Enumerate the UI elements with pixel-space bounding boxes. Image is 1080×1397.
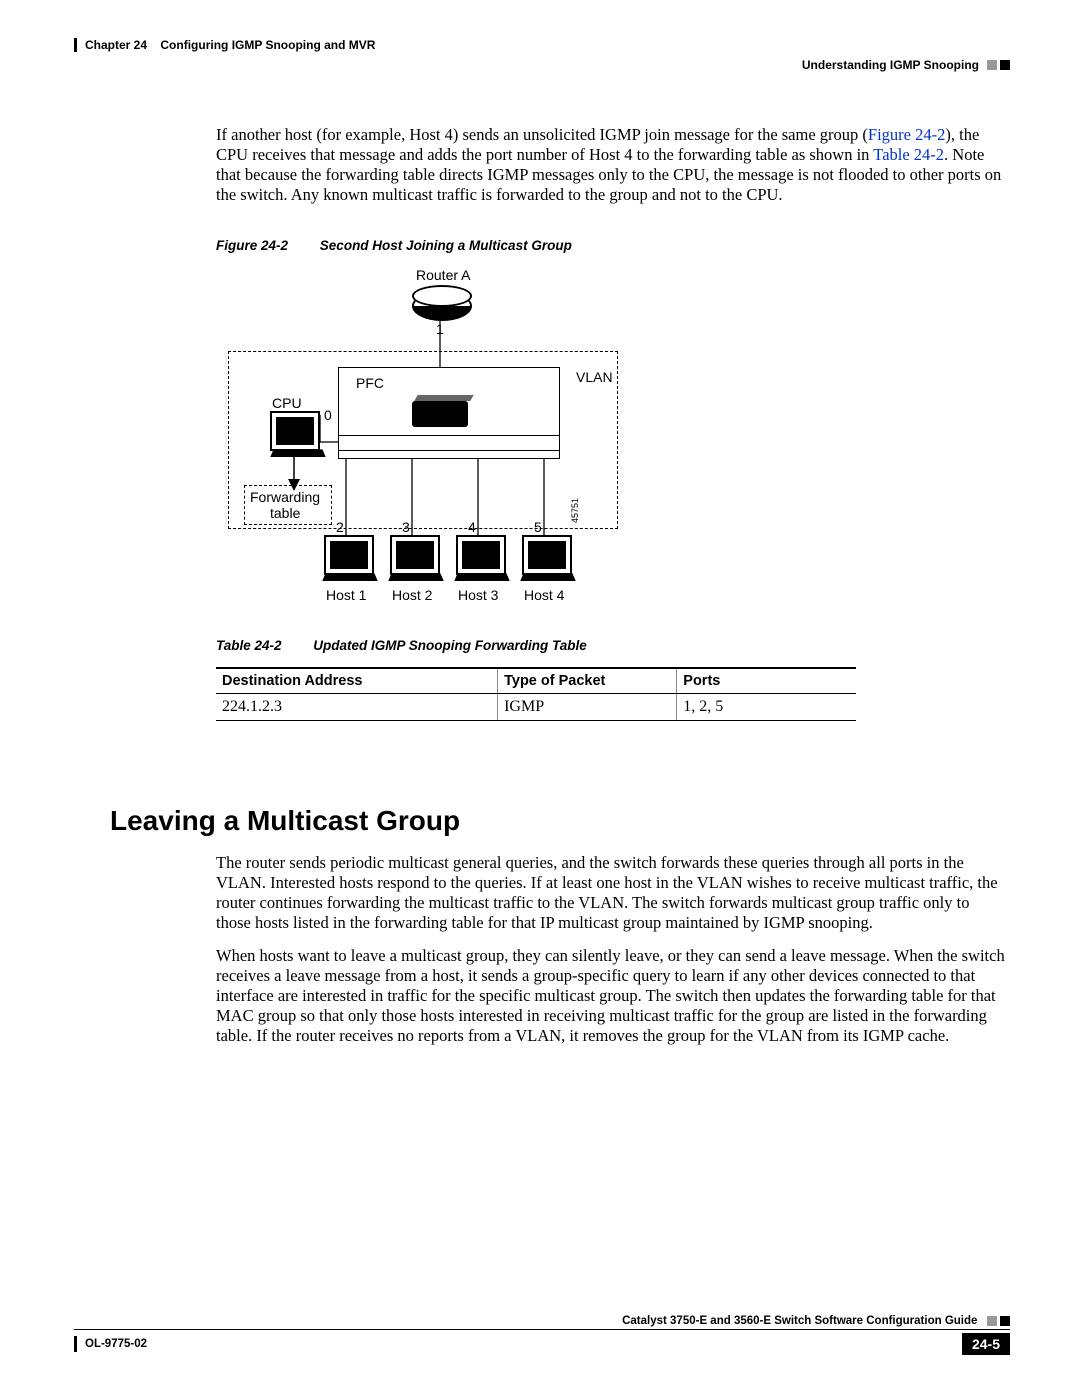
body-column: If another host (for example, Host 4) se… [216, 125, 1006, 721]
intro-paragraph: If another host (for example, Host 4) se… [216, 125, 1006, 206]
port-1-label: 1 [436, 321, 444, 337]
section-heading: Leaving a Multicast Group [110, 805, 460, 837]
footer-rule-icon [74, 1336, 77, 1352]
footer-docid: OL-9775-02 [85, 1338, 147, 1350]
header-right: Understanding IGMP Snooping [802, 58, 1010, 72]
host-4-icon [522, 535, 572, 575]
cell-dest: 224.1.2.3 [216, 693, 498, 720]
section-body: The router sends periodic multicast gene… [216, 853, 1006, 1058]
vlan-label: VLAN [576, 369, 613, 385]
port-2-label: 2 [336, 519, 344, 535]
fwd-label-2: table [270, 505, 300, 521]
port-3-label: 3 [402, 519, 410, 535]
section-name: Understanding IGMP Snooping [802, 58, 979, 72]
footer-guide: Catalyst 3750-E and 3560-E Switch Softwa… [622, 1315, 977, 1327]
host-1-keyboard-icon [322, 573, 377, 581]
chapter-number: Chapter 24 [85, 38, 147, 52]
footer-rule [74, 1329, 1010, 1330]
paragraph: When hosts want to leave a multicast gro… [216, 946, 1006, 1047]
chapter-label: Chapter 24 Configuring IGMP Snooping and… [85, 38, 375, 52]
chapter-title: Configuring IGMP Snooping and MVR [160, 38, 375, 52]
table-link[interactable]: Table 24-2 [873, 145, 944, 164]
paragraph: The router sends periodic multicast gene… [216, 853, 1006, 934]
header-left: Chapter 24 Configuring IGMP Snooping and… [74, 38, 375, 52]
cpu-label: CPU [272, 395, 302, 411]
port-5-label: 5 [534, 519, 542, 535]
cell-ports: 1, 2, 5 [677, 693, 856, 720]
host-1-icon [324, 535, 374, 575]
header-rule-icon [74, 38, 77, 52]
figure-caption: Figure 24-2 Second Host Joining a Multic… [216, 238, 1006, 253]
bus-bar [338, 435, 560, 451]
figure-title: Second Host Joining a Multicast Group [320, 238, 572, 253]
diagram-id: 45751 [570, 497, 580, 522]
host-4-keyboard-icon [520, 573, 575, 581]
page-number-badge: 24-5 [962, 1333, 1010, 1355]
host-2-keyboard-icon [388, 573, 443, 581]
port-0-label: 0 [324, 407, 332, 423]
page: Chapter 24 Configuring IGMP Snooping and… [0, 0, 1080, 1397]
text: If another host (for example, Host 4) se… [216, 125, 868, 144]
cpu-keyboard-icon [270, 449, 325, 457]
footer: Catalyst 3750-E and 3560-E Switch Softwa… [74, 1315, 1010, 1355]
figure-number: Figure 24-2 [216, 238, 288, 253]
host-1-label: Host 1 [326, 587, 366, 603]
host-2-icon [390, 535, 440, 575]
header-squares-icon [987, 60, 1010, 70]
cpu-icon [270, 411, 320, 451]
footer-row: OL-9775-02 24-5 [74, 1333, 1010, 1355]
table-header-row: Destination Address Type of Packet Ports [216, 668, 856, 694]
host-3-icon [456, 535, 506, 575]
table-number: Table 24-2 [216, 638, 282, 653]
router-icon-top [412, 285, 472, 307]
host-4-label: Host 4 [524, 587, 564, 603]
host-3-label: Host 3 [458, 587, 498, 603]
port-4-label: 4 [468, 519, 476, 535]
forwarding-table: Destination Address Type of Packet Ports… [216, 667, 856, 721]
pfc-label: PFC [356, 375, 384, 391]
footer-guide-row: Catalyst 3750-E and 3560-E Switch Softwa… [74, 1315, 1010, 1327]
col-dest: Destination Address [216, 668, 498, 694]
host-3-keyboard-icon [454, 573, 509, 581]
host-2-label: Host 2 [392, 587, 432, 603]
footer-left: OL-9775-02 [74, 1336, 147, 1352]
cell-type: IGMP [498, 693, 677, 720]
footer-squares-icon [987, 1316, 1010, 1326]
col-type: Type of Packet [498, 668, 677, 694]
table-caption: Table 24-2 Updated IGMP Snooping Forward… [216, 638, 1006, 653]
figure-link[interactable]: Figure 24-2 [868, 125, 945, 144]
router-label: Router A [416, 267, 470, 283]
switch-icon [412, 401, 468, 427]
figure-diagram: Router A 1 VLAN PFC CPU 0 Forwarding tab… [216, 267, 776, 612]
fwd-label-1: Forwarding [250, 489, 320, 505]
table-row: 224.1.2.3 IGMP 1, 2, 5 [216, 693, 856, 720]
table-title: Updated IGMP Snooping Forwarding Table [313, 638, 587, 653]
col-ports: Ports [677, 668, 856, 694]
